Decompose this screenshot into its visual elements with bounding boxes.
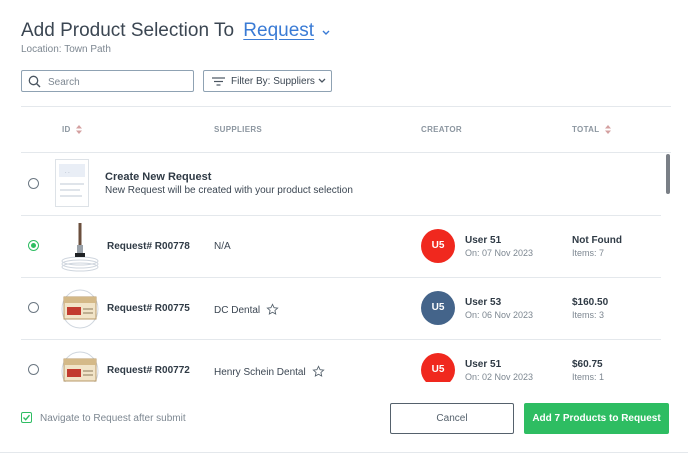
chevron-down-icon [318, 78, 326, 83]
request-total: Not Found [572, 235, 622, 246]
request-id[interactable]: Request# R00775 [107, 303, 190, 314]
search-input[interactable] [46, 73, 190, 91]
avatar: U5 [421, 291, 455, 325]
star-icon[interactable] [311, 365, 325, 378]
created-date: On: 02 Nov 2023 [465, 372, 534, 382]
divider [0, 452, 688, 453]
row-radio[interactable] [28, 302, 39, 313]
list-scrollbar[interactable] [665, 153, 671, 382]
column-header-total[interactable]: TOTAL [572, 125, 611, 135]
create-new-request-row[interactable]: . . Create New Request New Request will … [21, 153, 661, 216]
item-count: Items: 7 [572, 248, 605, 258]
supplier-name: N/A [214, 241, 231, 252]
request-type-dropdown[interactable]: Request [243, 20, 314, 41]
navigate-checkbox[interactable] [21, 412, 32, 423]
divider [21, 106, 671, 107]
avatar: U5 [421, 353, 455, 382]
title-prefix: Add Product Selection To [21, 20, 235, 42]
search-icon [28, 75, 41, 88]
svg-text:. .: . . [65, 169, 70, 175]
product-thumbnail-dental-tool [61, 221, 99, 273]
chevron-down-icon[interactable] [322, 20, 330, 42]
create-new-subtitle: New Request will be created with your pr… [105, 185, 353, 196]
page-title: Add Product Selection To Request [21, 20, 330, 42]
filter-suppliers-button[interactable]: Filter By: Suppliers [203, 70, 332, 92]
location-label: Location: [21, 44, 62, 55]
filter-label: Filter By: Suppliers [231, 76, 315, 87]
sort-icon[interactable] [604, 125, 611, 135]
location-value: Town Path [64, 44, 111, 55]
filter-icon [212, 77, 225, 86]
creator-name: User 51 [465, 235, 502, 246]
row-radio[interactable] [28, 364, 39, 375]
request-list: . . Create New Request New Request will … [21, 153, 671, 382]
request-id[interactable]: Request# R00772 [107, 365, 190, 376]
request-total: $60.75 [572, 359, 603, 370]
creator-name: User 51 [465, 359, 502, 370]
created-date: On: 06 Nov 2023 [465, 310, 534, 320]
product-thumbnail-box [61, 283, 99, 335]
column-header-id[interactable]: ID [62, 125, 83, 135]
creator-name: User 53 [465, 297, 502, 308]
navigate-label[interactable]: Navigate to Request after submit [40, 413, 186, 424]
request-id[interactable]: Request# R00778 [107, 241, 190, 252]
row-radio-selected[interactable] [28, 240, 39, 251]
item-count: Items: 3 [572, 310, 605, 320]
product-thumbnail-box [61, 345, 99, 382]
add-products-button[interactable]: Add 7 Products to Request [524, 403, 669, 434]
star-icon[interactable] [266, 303, 279, 316]
create-new-radio[interactable] [28, 178, 39, 189]
check-icon [23, 414, 31, 421]
supplier-name: Henry Schein Dental [214, 365, 325, 378]
new-request-document-icon: . . [55, 159, 89, 207]
table-row[interactable]: Request# R00778 N/A U5 User 51 On: 07 No… [21, 215, 661, 278]
avatar: U5 [421, 229, 455, 263]
sort-icon[interactable] [76, 125, 83, 135]
table-row[interactable]: Request# R00772 Henry Schein Dental U5 U… [21, 339, 661, 382]
cancel-button[interactable]: Cancel [390, 403, 514, 434]
column-header-creator: CREATOR [421, 125, 462, 134]
create-new-title: Create New Request [105, 171, 212, 183]
scrollbar-thumb[interactable] [666, 154, 670, 194]
created-date: On: 07 Nov 2023 [465, 248, 534, 258]
search-box[interactable] [21, 70, 194, 92]
column-header-suppliers: SUPPLIERS [214, 125, 263, 134]
request-total: $160.50 [572, 297, 609, 308]
supplier-name: DC Dental [214, 303, 279, 316]
table-row[interactable]: Request# R00775 DC Dental U5 User 53 On:… [21, 277, 661, 340]
item-count: Items: 1 [572, 372, 605, 382]
location-info: Location: Town Path [21, 44, 111, 55]
